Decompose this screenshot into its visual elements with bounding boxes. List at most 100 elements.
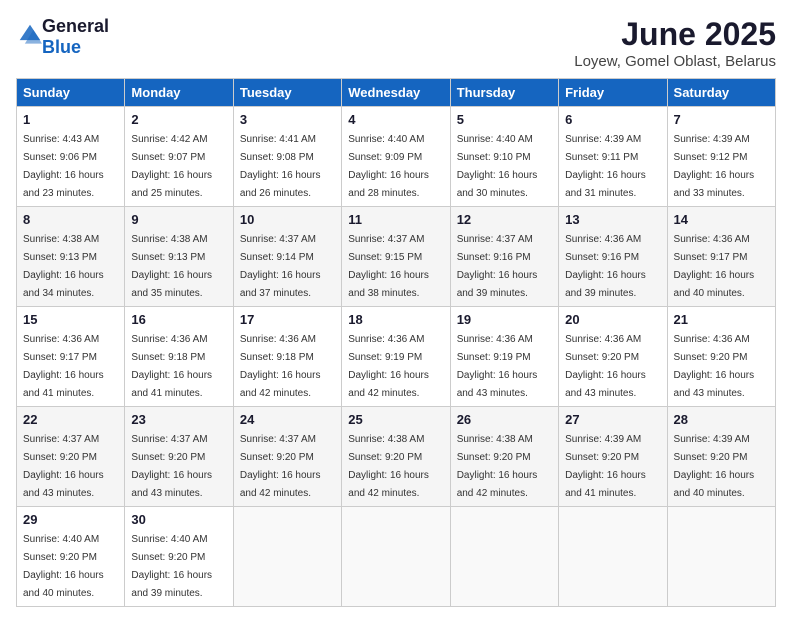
calendar-week-3: 15 Sunrise: 4:36 AMSunset: 9:17 PMDaylig… xyxy=(17,307,776,407)
day-info: Sunrise: 4:38 AMSunset: 9:13 PMDaylight:… xyxy=(131,234,212,299)
day-number: 21 xyxy=(674,312,769,327)
day-info: Sunrise: 4:36 AMSunset: 9:17 PMDaylight:… xyxy=(674,234,755,299)
calendar-cell: 23 Sunrise: 4:37 AMSunset: 9:20 PMDaylig… xyxy=(125,407,233,507)
day-number: 6 xyxy=(565,112,660,127)
day-info: Sunrise: 4:37 AMSunset: 9:20 PMDaylight:… xyxy=(23,434,104,499)
calendar-cell: 18 Sunrise: 4:36 AMSunset: 9:19 PMDaylig… xyxy=(342,307,450,407)
day-number: 7 xyxy=(674,112,769,127)
day-info: Sunrise: 4:41 AMSunset: 9:08 PMDaylight:… xyxy=(240,134,321,199)
calendar-cell: 27 Sunrise: 4:39 AMSunset: 9:20 PMDaylig… xyxy=(559,407,667,507)
calendar-cell: 6 Sunrise: 4:39 AMSunset: 9:11 PMDayligh… xyxy=(559,107,667,207)
calendar-cell xyxy=(233,507,341,607)
day-info: Sunrise: 4:39 AMSunset: 9:20 PMDaylight:… xyxy=(674,434,755,499)
day-info: Sunrise: 4:37 AMSunset: 9:16 PMDaylight:… xyxy=(457,234,538,299)
calendar-header: SundayMondayTuesdayWednesdayThursdayFrid… xyxy=(17,79,776,107)
header-thursday: Thursday xyxy=(450,79,558,107)
calendar-cell xyxy=(342,507,450,607)
day-number: 19 xyxy=(457,312,552,327)
calendar-cell: 11 Sunrise: 4:37 AMSunset: 9:15 PMDaylig… xyxy=(342,207,450,307)
day-number: 10 xyxy=(240,212,335,227)
day-number: 2 xyxy=(131,112,226,127)
day-info: Sunrise: 4:43 AMSunset: 9:06 PMDaylight:… xyxy=(23,134,104,199)
day-info: Sunrise: 4:36 AMSunset: 9:19 PMDaylight:… xyxy=(457,334,538,399)
day-info: Sunrise: 4:36 AMSunset: 9:19 PMDaylight:… xyxy=(348,334,429,399)
calendar-cell: 17 Sunrise: 4:36 AMSunset: 9:18 PMDaylig… xyxy=(233,307,341,407)
day-number: 1 xyxy=(23,112,118,127)
calendar-cell: 3 Sunrise: 4:41 AMSunset: 9:08 PMDayligh… xyxy=(233,107,341,207)
calendar-cell xyxy=(559,507,667,607)
calendar-week-2: 8 Sunrise: 4:38 AMSunset: 9:13 PMDayligh… xyxy=(17,207,776,307)
header-tuesday: Tuesday xyxy=(233,79,341,107)
logo-icon xyxy=(18,23,42,47)
day-info: Sunrise: 4:36 AMSunset: 9:18 PMDaylight:… xyxy=(131,334,212,399)
logo-blue: Blue xyxy=(42,37,81,57)
page-header: General Blue June 2025 Loyew, Gomel Obla… xyxy=(16,16,776,70)
day-info: Sunrise: 4:38 AMSunset: 9:20 PMDaylight:… xyxy=(348,434,429,499)
calendar-body: 1 Sunrise: 4:43 AMSunset: 9:06 PMDayligh… xyxy=(17,107,776,607)
day-number: 14 xyxy=(674,212,769,227)
calendar-cell: 13 Sunrise: 4:36 AMSunset: 9:16 PMDaylig… xyxy=(559,207,667,307)
calendar-cell: 21 Sunrise: 4:36 AMSunset: 9:20 PMDaylig… xyxy=(667,307,775,407)
day-number: 24 xyxy=(240,412,335,427)
day-number: 8 xyxy=(23,212,118,227)
header-sunday: Sunday xyxy=(17,79,125,107)
day-info: Sunrise: 4:37 AMSunset: 9:14 PMDaylight:… xyxy=(240,234,321,299)
day-info: Sunrise: 4:40 AMSunset: 9:20 PMDaylight:… xyxy=(23,534,104,599)
day-info: Sunrise: 4:40 AMSunset: 9:20 PMDaylight:… xyxy=(131,534,212,599)
calendar-cell: 14 Sunrise: 4:36 AMSunset: 9:17 PMDaylig… xyxy=(667,207,775,307)
day-info: Sunrise: 4:39 AMSunset: 9:20 PMDaylight:… xyxy=(565,434,646,499)
calendar-week-1: 1 Sunrise: 4:43 AMSunset: 9:06 PMDayligh… xyxy=(17,107,776,207)
day-number: 25 xyxy=(348,412,443,427)
day-info: Sunrise: 4:38 AMSunset: 9:13 PMDaylight:… xyxy=(23,234,104,299)
calendar-cell: 20 Sunrise: 4:36 AMSunset: 9:20 PMDaylig… xyxy=(559,307,667,407)
calendar-week-5: 29 Sunrise: 4:40 AMSunset: 9:20 PMDaylig… xyxy=(17,507,776,607)
day-number: 17 xyxy=(240,312,335,327)
day-number: 29 xyxy=(23,512,118,527)
day-info: Sunrise: 4:39 AMSunset: 9:12 PMDaylight:… xyxy=(674,134,755,199)
day-info: Sunrise: 4:39 AMSunset: 9:11 PMDaylight:… xyxy=(565,134,646,199)
day-number: 28 xyxy=(674,412,769,427)
calendar-cell: 1 Sunrise: 4:43 AMSunset: 9:06 PMDayligh… xyxy=(17,107,125,207)
day-number: 5 xyxy=(457,112,552,127)
calendar-week-4: 22 Sunrise: 4:37 AMSunset: 9:20 PMDaylig… xyxy=(17,407,776,507)
day-info: Sunrise: 4:36 AMSunset: 9:20 PMDaylight:… xyxy=(565,334,646,399)
day-number: 15 xyxy=(23,312,118,327)
header-wednesday: Wednesday xyxy=(342,79,450,107)
day-number: 22 xyxy=(23,412,118,427)
day-info: Sunrise: 4:40 AMSunset: 9:09 PMDaylight:… xyxy=(348,134,429,199)
calendar-cell: 19 Sunrise: 4:36 AMSunset: 9:19 PMDaylig… xyxy=(450,307,558,407)
day-info: Sunrise: 4:40 AMSunset: 9:10 PMDaylight:… xyxy=(457,134,538,199)
month-title: June 2025 xyxy=(574,16,776,53)
calendar-cell: 7 Sunrise: 4:39 AMSunset: 9:12 PMDayligh… xyxy=(667,107,775,207)
day-info: Sunrise: 4:38 AMSunset: 9:20 PMDaylight:… xyxy=(457,434,538,499)
day-number: 26 xyxy=(457,412,552,427)
calendar-cell: 8 Sunrise: 4:38 AMSunset: 9:13 PMDayligh… xyxy=(17,207,125,307)
calendar-cell: 9 Sunrise: 4:38 AMSunset: 9:13 PMDayligh… xyxy=(125,207,233,307)
day-info: Sunrise: 4:36 AMSunset: 9:17 PMDaylight:… xyxy=(23,334,104,399)
calendar-cell xyxy=(450,507,558,607)
header-monday: Monday xyxy=(125,79,233,107)
day-number: 16 xyxy=(131,312,226,327)
calendar-cell: 5 Sunrise: 4:40 AMSunset: 9:10 PMDayligh… xyxy=(450,107,558,207)
day-info: Sunrise: 4:36 AMSunset: 9:16 PMDaylight:… xyxy=(565,234,646,299)
calendar-cell: 4 Sunrise: 4:40 AMSunset: 9:09 PMDayligh… xyxy=(342,107,450,207)
day-number: 9 xyxy=(131,212,226,227)
calendar-cell: 10 Sunrise: 4:37 AMSunset: 9:14 PMDaylig… xyxy=(233,207,341,307)
day-number: 30 xyxy=(131,512,226,527)
calendar-cell: 16 Sunrise: 4:36 AMSunset: 9:18 PMDaylig… xyxy=(125,307,233,407)
calendar-cell xyxy=(667,507,775,607)
day-number: 18 xyxy=(348,312,443,327)
calendar-cell: 12 Sunrise: 4:37 AMSunset: 9:16 PMDaylig… xyxy=(450,207,558,307)
logo: General Blue xyxy=(16,16,109,58)
calendar-cell: 26 Sunrise: 4:38 AMSunset: 9:20 PMDaylig… xyxy=(450,407,558,507)
header-friday: Friday xyxy=(559,79,667,107)
calendar-cell: 15 Sunrise: 4:36 AMSunset: 9:17 PMDaylig… xyxy=(17,307,125,407)
day-number: 13 xyxy=(565,212,660,227)
day-number: 23 xyxy=(131,412,226,427)
calendar-cell: 30 Sunrise: 4:40 AMSunset: 9:20 PMDaylig… xyxy=(125,507,233,607)
logo-general: General xyxy=(42,16,109,36)
day-info: Sunrise: 4:37 AMSunset: 9:20 PMDaylight:… xyxy=(131,434,212,499)
title-block: June 2025 Loyew, Gomel Oblast, Belarus xyxy=(574,16,776,70)
calendar-table: SundayMondayTuesdayWednesdayThursdayFrid… xyxy=(16,78,776,607)
calendar-cell: 2 Sunrise: 4:42 AMSunset: 9:07 PMDayligh… xyxy=(125,107,233,207)
